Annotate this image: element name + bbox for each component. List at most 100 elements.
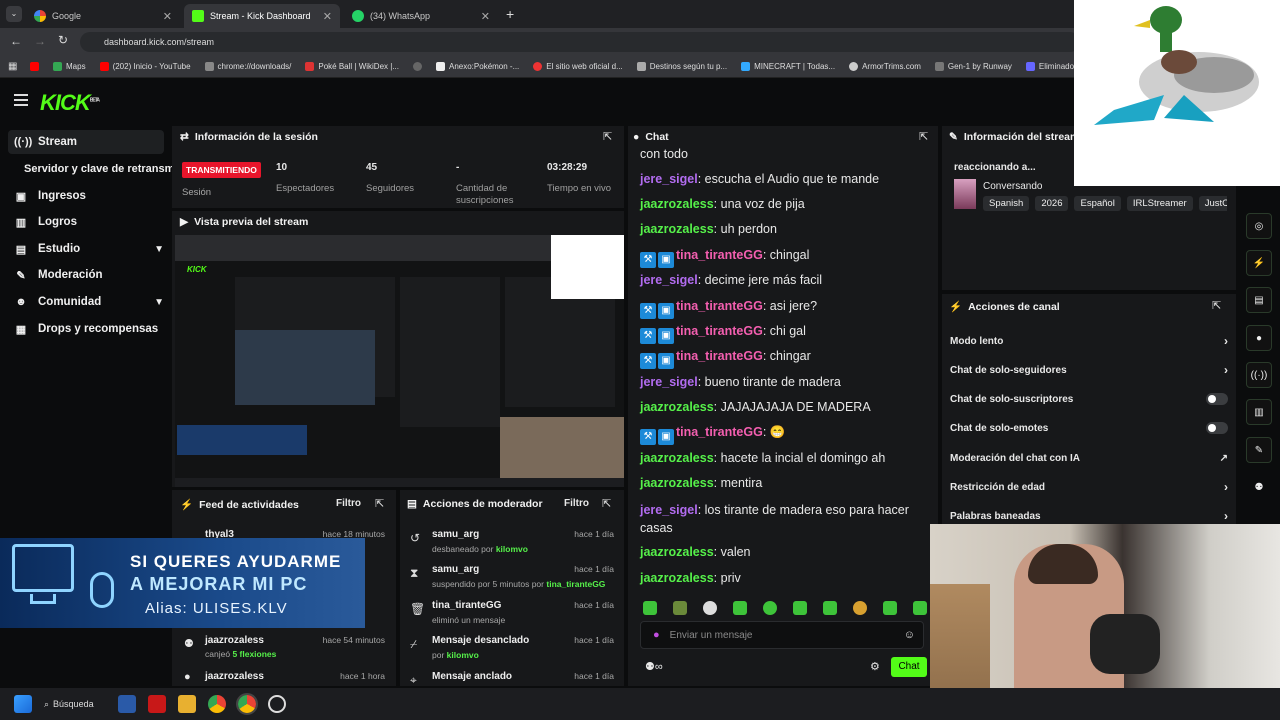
broadcast-icon[interactable]: ((·)) — [1246, 362, 1272, 388]
bookmark-downloads[interactable]: chrome://downloads/ — [204, 62, 291, 71]
slow-mode-row[interactable]: Modo lento › — [950, 332, 1228, 350]
subscribers-only-toggle[interactable] — [1206, 393, 1228, 405]
windows-start-icon[interactable] — [14, 695, 32, 713]
close-tab-icon[interactable]: ✕ — [163, 10, 172, 23]
bookmark-wikipedia[interactable]: Anexo:Pokémon -... — [436, 62, 519, 71]
forward-icon[interactable]: → — [34, 34, 46, 48]
ai-moderation-row[interactable]: Moderación del chat con IA ↗ — [950, 449, 1228, 467]
tab-google[interactable]: Google ✕ — [26, 4, 180, 28]
chat-username[interactable]: jaazrozaless — [640, 545, 714, 559]
sidebar-item-logros[interactable]: ▥ Logros — [8, 210, 164, 234]
obs-icon[interactable] — [268, 695, 286, 713]
chat-username[interactable]: tina_tiranteGG — [676, 299, 763, 313]
chat-username[interactable]: jere_sigel — [640, 503, 698, 517]
popout-icon[interactable]: ⇱ — [919, 130, 928, 143]
sidebar-item-estudio[interactable]: ▤ Estudio ▼ — [8, 237, 164, 261]
chat-bubble-icon[interactable]: ● — [1246, 325, 1272, 351]
sidebar-item-ingresos[interactable]: ▣ Ingresos — [8, 184, 164, 208]
apps-grid-icon[interactable]: ▦ — [8, 61, 17, 72]
microphone-icon[interactable]: ● — [653, 629, 660, 641]
sidebar-item-stream[interactable]: ((·)) Stream — [8, 130, 164, 154]
emote-icon[interactable] — [883, 601, 897, 615]
sidebar-item-moderacion[interactable]: ✎ Moderación — [8, 263, 164, 287]
bookmark-globe-icon[interactable] — [413, 62, 422, 71]
emote-icon[interactable] — [853, 601, 867, 615]
chat-username[interactable]: jere_sigel — [640, 273, 698, 287]
stream-preview-video[interactable]: KICK — [175, 235, 624, 487]
age-restriction-row[interactable]: Restricción de edad › — [950, 478, 1228, 496]
url-input[interactable]: dashboard.kick.com/stream — [80, 32, 1080, 52]
chat-username[interactable]: tina_tiranteGG — [676, 425, 763, 439]
bookmark-maps[interactable]: Maps — [53, 62, 86, 71]
bookmark-minecraft[interactable]: MINECRAFT | Todas... — [741, 62, 835, 71]
document-icon[interactable]: ▤ — [1246, 287, 1272, 313]
popout-icon[interactable]: ⇱ — [375, 497, 384, 510]
chat-username[interactable]: jaazrozaless — [640, 400, 714, 414]
back-icon[interactable]: ← — [10, 34, 22, 48]
community-icon[interactable]: ⚉ — [1246, 474, 1272, 500]
list-icon[interactable]: ▥ — [1246, 399, 1272, 425]
screenshot-icon[interactable]: ◎ — [1246, 213, 1272, 239]
menu-icon[interactable] — [14, 94, 28, 106]
emote-icon[interactable] — [913, 601, 927, 615]
chat-username[interactable]: jaazrozaless — [640, 476, 714, 490]
close-tab-icon[interactable]: ✕ — [323, 10, 332, 23]
reload-icon[interactable]: ↻ — [58, 33, 68, 47]
tab-kick-dashboard[interactable]: Stream - Kick Dashboard ✕ — [184, 4, 340, 28]
chat-username[interactable]: tina_tiranteGG — [676, 349, 763, 363]
send-chat-button[interactable]: Chat — [891, 657, 927, 677]
netflix-icon[interactable] — [148, 695, 166, 713]
emote-icon[interactable] — [733, 601, 747, 615]
feed-filter-button[interactable]: Filtro — [336, 498, 361, 509]
emoji-icon[interactable]: ☺ — [904, 629, 915, 641]
chat-username[interactable]: jaazrozaless — [640, 197, 714, 211]
banned-words-row[interactable]: Palabras baneadas › — [950, 507, 1228, 525]
kick-logo[interactable]: KICKBETA — [40, 90, 100, 116]
tab-search-icon[interactable]: ⌄ — [6, 6, 22, 22]
chat-username[interactable]: tina_tiranteGG — [676, 324, 763, 338]
chat-username[interactable]: jaazrozaless — [640, 571, 714, 585]
wrench-icon[interactable]: ✎ — [1246, 437, 1272, 463]
bookmark-armortrims[interactable]: ArmorTrims.com — [849, 62, 921, 71]
chrome-icon[interactable] — [208, 695, 226, 713]
emote-icon[interactable] — [673, 601, 687, 615]
bolt-icon[interactable]: ⚡ — [1246, 250, 1272, 276]
popout-icon[interactable]: ⇱ — [602, 497, 611, 510]
bookmark-wikidex[interactable]: Poké Ball | WikiDex |... — [305, 62, 399, 71]
chat-username[interactable]: tina_tiranteGG — [676, 248, 763, 262]
sidebar-item-comunidad[interactable]: ☻ Comunidad ▼ — [8, 290, 164, 314]
chat-username[interactable]: jere_sigel — [640, 172, 698, 186]
chat-username[interactable]: jaazrozaless — [640, 451, 714, 465]
sidebar-item-server-key[interactable]: Servidor y clave de retransmisión — [8, 157, 176, 181]
chat-username[interactable]: jere_sigel — [640, 375, 698, 389]
bookmark-pokemon[interactable]: El sitio web oficial d... — [533, 62, 623, 71]
bookmark-destinos[interactable]: Destinos según tu p... — [636, 62, 727, 71]
emote-icon[interactable] — [703, 601, 717, 615]
emotes-only-toggle[interactable] — [1206, 422, 1228, 434]
taskbar-search[interactable]: ⌕ Búsqueda — [44, 699, 106, 710]
emote-icon[interactable] — [763, 601, 777, 615]
bookmark-runway[interactable]: Gen-1 by Runway — [934, 62, 1012, 71]
feed-user[interactable]: jaazrozaless — [205, 635, 264, 646]
chat-input[interactable]: ● Enviar un mensaje ☺ — [640, 621, 924, 649]
popout-icon[interactable]: ⇱ — [603, 130, 612, 143]
sidebar-item-drops[interactable]: ▦ Drops y recompensas — [8, 317, 164, 341]
chat-username[interactable]: jaazrozaless — [640, 222, 714, 236]
chrome-active-icon[interactable] — [236, 693, 258, 715]
feed-user[interactable]: jaazrozaless — [205, 671, 264, 682]
task-view-icon[interactable] — [118, 695, 136, 713]
bookmark-youtube[interactable]: (202) Inicio - YouTube — [99, 62, 191, 71]
followers-only-row[interactable]: Chat de solo-seguidores › — [950, 361, 1228, 379]
emote-icon[interactable] — [793, 601, 807, 615]
file-explorer-icon[interactable] — [178, 695, 196, 713]
new-tab-button[interactable]: + — [506, 6, 514, 22]
popout-icon[interactable]: ⇱ — [1212, 299, 1221, 312]
category-name[interactable]: Conversando — [983, 181, 1042, 192]
bookmark-youtube-icon[interactable] — [30, 62, 39, 71]
close-tab-icon[interactable]: ✕ — [481, 10, 490, 23]
points-icon[interactable]: ⚉∞ — [645, 660, 663, 673]
tab-whatsapp[interactable]: (34) WhatsApp ✕ — [344, 4, 498, 28]
settings-gear-icon[interactable]: ⚙ — [870, 660, 880, 673]
emote-icon[interactable] — [823, 601, 837, 615]
mod-filter-button[interactable]: Filtro — [564, 498, 589, 509]
